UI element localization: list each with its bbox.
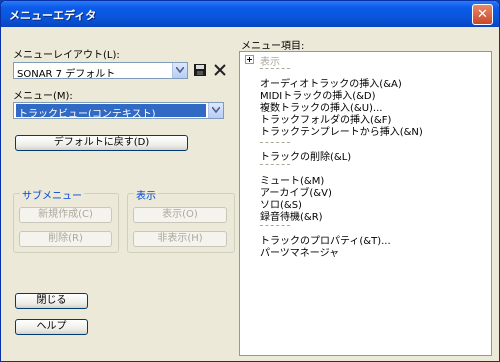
hide-button[interactable]: 非表示(H) [133,231,227,247]
delete-x-icon[interactable] [213,63,229,79]
menu-value: トラックビュー(コンテキスト) [15,103,207,120]
save-icon[interactable] [193,63,209,79]
list-item[interactable]: トラックの削除(&L) [260,148,351,163]
show-button[interactable]: 表示(O) [133,207,227,223]
delete-submenu-button[interactable]: 削除(R) [19,231,112,247]
display-group-title: 表示 [134,187,158,202]
menu-layout-value: SONAR 7 デフォルト [17,69,116,80]
window-title: メニューエディタ [9,9,97,22]
menu-items-list[interactable]: 表示 オーディオトラックの挿入(&A) MIDIトラックの挿入(&D) 複数トラ… [239,51,492,356]
menu-editor-window: メニューエディタ ✕ メニューレイアウト(L): SONAR 7 デフォルト メ… [0,0,500,362]
submenu-group-title: サブメニュー [20,187,84,202]
menu-separator[interactable] [260,164,290,165]
menu-separator[interactable] [260,68,290,69]
menu-separator[interactable] [260,142,290,143]
close-button[interactable]: 閉じる [15,293,88,309]
close-window-button[interactable]: ✕ [472,4,493,25]
reset-default-button[interactable]: デフォルトに戻す(D) [15,135,188,151]
chevron-down-icon[interactable] [208,103,223,118]
title-bar[interactable]: メニューエディタ ✕ [1,1,499,27]
menu-layout-label: メニューレイアウト(L): [13,50,120,61]
new-submenu-button[interactable]: 新規作成(C) [19,207,112,223]
dialog-body: メニューレイアウト(L): SONAR 7 デフォルト メニュー(M): トラッ… [5,27,495,359]
menu-separator[interactable] [260,225,290,226]
menu-items-label: メニュー項目: [241,41,305,52]
list-item[interactable]: トラックテンプレートから挿入(&N) [260,123,423,138]
help-button[interactable]: ヘルプ [15,319,88,335]
list-item[interactable]: 録音待機(&R) [260,208,323,223]
plus-expand-icon[interactable] [245,55,254,64]
list-item[interactable]: 表示 [260,53,280,68]
menu-combo[interactable]: トラックビュー(コンテキスト) [13,102,224,120]
list-item[interactable]: パーツマネージャ [260,244,339,259]
chevron-down-icon[interactable] [172,63,187,78]
menu-layout-combo[interactable]: SONAR 7 デフォルト [13,62,188,80]
menu-label: メニュー(M): [13,91,73,102]
